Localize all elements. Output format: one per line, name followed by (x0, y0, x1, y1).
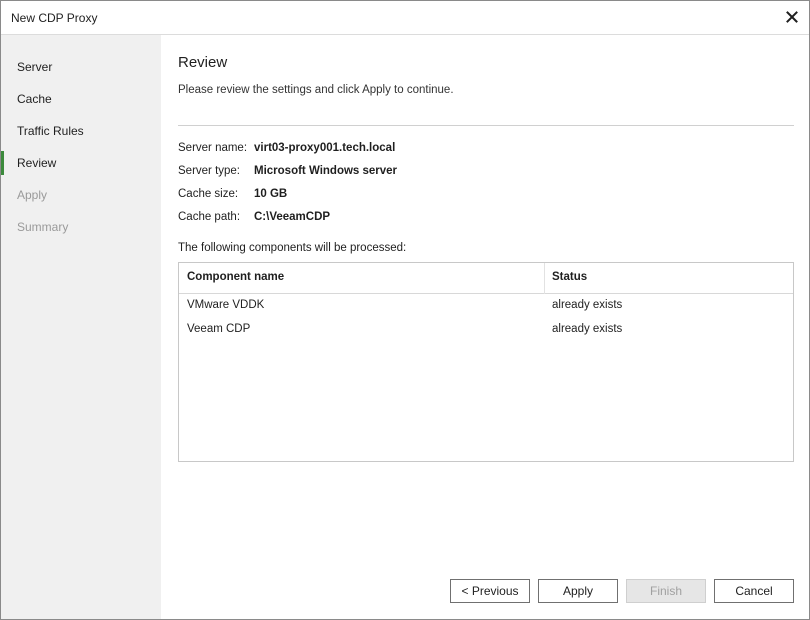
cell-status: already exists (552, 299, 623, 311)
info-label: Server name: (178, 142, 248, 154)
step-summary: Summary (17, 220, 69, 234)
info-value: Microsoft Windows server (254, 165, 398, 177)
finish-button: Finish (626, 579, 706, 603)
close-icon (786, 11, 798, 23)
column-header-component-name[interactable]: Component name (187, 271, 284, 283)
components-table[interactable]: Component name Status VMware VDDK alread… (178, 262, 794, 462)
apply-button[interactable]: Apply (538, 579, 618, 603)
step-review[interactable]: Review (1, 151, 161, 175)
header-divider (178, 125, 794, 126)
info-value: 10 GB (254, 188, 288, 200)
cell-component-name: VMware VDDK (187, 299, 265, 311)
info-value: C:\VeeamCDP (254, 211, 331, 223)
info-value: virt03-proxy001.tech.local (254, 142, 396, 154)
page-description: Please review the settings and click App… (178, 84, 454, 96)
wizard-steps-sidebar: Server Cache Traffic Rules Review Apply … (1, 35, 161, 619)
step-cache[interactable]: Cache (1, 87, 161, 111)
cell-status: already exists (552, 323, 623, 335)
wizard-window: New CDP Proxy Server Cache Traffic Rules… (0, 0, 810, 620)
step-traffic-rules[interactable]: Traffic Rules (1, 119, 161, 143)
page-title: Review (178, 54, 228, 71)
step-server[interactable]: Server (1, 55, 161, 79)
window-title: New CDP Proxy (11, 11, 98, 25)
table-row[interactable]: Veeam CDP already exists (179, 319, 793, 343)
table-header: Component name Status (179, 263, 793, 294)
column-header-status[interactable]: Status (552, 271, 587, 283)
close-button[interactable] (779, 5, 805, 29)
cell-component-name: Veeam CDP (187, 323, 251, 335)
title-bar: New CDP Proxy (1, 1, 809, 35)
step-apply: Apply (17, 188, 48, 202)
cancel-button[interactable]: Cancel (714, 579, 794, 603)
info-label: Cache size: (178, 188, 239, 200)
review-panel: Review Please review the settings and cl… (162, 35, 809, 619)
info-label: Cache path: (178, 211, 241, 223)
table-row[interactable]: VMware VDDK already exists (179, 295, 793, 319)
components-label: The following components will be process… (178, 242, 407, 254)
info-label: Server type: (178, 165, 240, 177)
column-separator (544, 263, 545, 294)
previous-button[interactable]: < Previous (450, 579, 530, 603)
